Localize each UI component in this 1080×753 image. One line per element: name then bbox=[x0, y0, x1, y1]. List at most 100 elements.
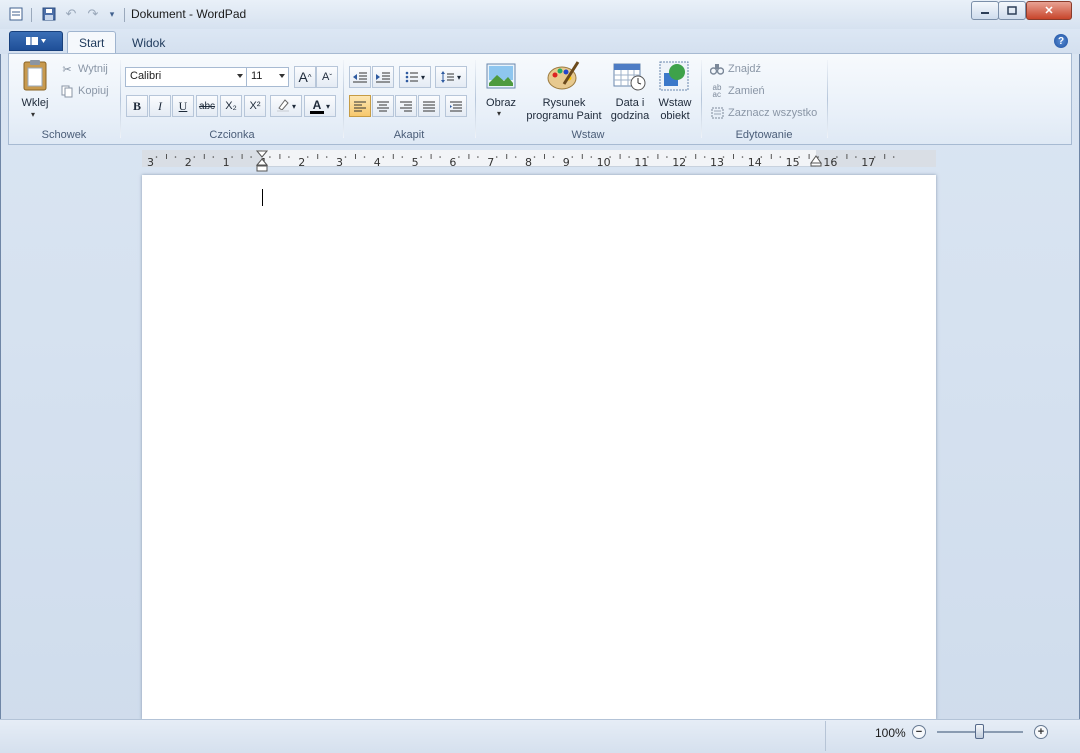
minimize-button[interactable] bbox=[971, 1, 999, 20]
strikethrough-button[interactable]: abc bbox=[196, 95, 218, 117]
ruler-tick bbox=[477, 156, 479, 158]
ruler-tick bbox=[544, 154, 545, 159]
ruler-label: 3 bbox=[147, 156, 154, 169]
paint-palette-icon[interactable] bbox=[546, 60, 580, 95]
app-menu-button[interactable] bbox=[9, 31, 63, 51]
help-icon[interactable]: ? bbox=[1054, 34, 1068, 48]
bold-button[interactable]: B bbox=[126, 95, 148, 117]
group-label-paragraph: Akapit bbox=[393, 129, 425, 141]
ruler-label: 7 bbox=[487, 156, 495, 169]
undo-icon[interactable]: ↶ bbox=[62, 5, 80, 23]
find-button[interactable]: Znajdź bbox=[710, 60, 761, 78]
underline-button[interactable]: U bbox=[172, 95, 194, 117]
list-button[interactable]: ▾ bbox=[399, 66, 431, 88]
separator bbox=[343, 60, 344, 138]
copy-button[interactable]: Kopiuj bbox=[60, 82, 109, 100]
line-spacing-button[interactable]: ▾ bbox=[435, 66, 467, 88]
group-label-clipboard: Schowek bbox=[41, 129, 87, 141]
ruler-label: 11 bbox=[634, 156, 649, 169]
ruler-tick bbox=[741, 156, 744, 158]
ruler-tick bbox=[363, 156, 366, 158]
subscript-button[interactable]: X₂ bbox=[220, 95, 242, 117]
ruler-tick bbox=[846, 154, 848, 159]
ruler-tick bbox=[581, 154, 583, 159]
shrink-font-button[interactable]: Aˇ bbox=[316, 66, 338, 88]
decrease-indent-button[interactable] bbox=[349, 66, 371, 88]
select-all-label: Zaznacz wszystko bbox=[728, 107, 818, 119]
select-all-icon bbox=[710, 106, 724, 120]
redo-icon[interactable]: ↷ bbox=[84, 5, 102, 23]
picture-icon[interactable] bbox=[486, 63, 516, 92]
save-icon[interactable] bbox=[40, 5, 58, 23]
maximize-button[interactable] bbox=[998, 1, 1026, 20]
shrink-font-icon: A bbox=[321, 71, 330, 83]
ruler-tick bbox=[855, 156, 857, 158]
text-color-button[interactable]: A ▾ bbox=[304, 95, 336, 117]
ruler-tick bbox=[552, 156, 555, 158]
align-left-button[interactable] bbox=[349, 95, 371, 117]
insert-object-button[interactable]: Wstaw obiekt bbox=[654, 97, 696, 123]
close-button[interactable]: ✕ bbox=[1026, 1, 1072, 20]
insert-object-icon[interactable] bbox=[659, 61, 691, 94]
justify-button[interactable] bbox=[418, 95, 440, 117]
group-label-font: Czcionka bbox=[209, 129, 255, 141]
paste-button[interactable]: Wklej bbox=[17, 97, 53, 110]
highlight-color-button[interactable]: ▾ bbox=[270, 95, 302, 117]
zoom-in-button[interactable]: + bbox=[1034, 725, 1048, 739]
cut-label: Wytnij bbox=[78, 63, 108, 75]
right-indent-marker[interactable] bbox=[810, 155, 822, 170]
paragraph-button[interactable] bbox=[445, 95, 467, 117]
ruler-tick bbox=[733, 154, 734, 159]
ruler-tick bbox=[779, 156, 782, 158]
ruler-label: 9 bbox=[562, 156, 570, 169]
chevron-down-icon bbox=[237, 74, 243, 78]
tab-widok[interactable]: Widok bbox=[121, 31, 176, 54]
calendar-clock-icon[interactable] bbox=[613, 62, 647, 95]
ruler-tick bbox=[628, 156, 630, 158]
font-size-select[interactable]: 11 bbox=[246, 67, 289, 87]
ruler-label: 14 bbox=[747, 156, 762, 169]
wordpad-app-icon[interactable] bbox=[7, 5, 25, 23]
chevron-down-icon: ▾ bbox=[456, 72, 461, 82]
align-center-button[interactable] bbox=[372, 95, 394, 117]
chevron-down-icon: ▾ bbox=[291, 101, 296, 111]
decrease-indent-icon bbox=[353, 72, 367, 83]
align-center-icon bbox=[377, 101, 389, 112]
highlighter-icon bbox=[276, 98, 290, 115]
align-right-button[interactable] bbox=[395, 95, 417, 117]
date-time-button[interactable]: Data i godzina bbox=[606, 97, 654, 123]
text-caret bbox=[262, 189, 263, 206]
superscript-button[interactable]: X² bbox=[244, 95, 266, 117]
indent-marker[interactable] bbox=[255, 150, 269, 175]
ruler-tick bbox=[250, 156, 252, 158]
ruler-tick bbox=[155, 156, 158, 158]
cut-button[interactable]: ✂ Wytnij bbox=[60, 60, 108, 78]
ruler-tick bbox=[619, 154, 621, 159]
paste-icon[interactable] bbox=[18, 58, 52, 94]
paint-drawing-button[interactable]: Rysunek programu Paint bbox=[520, 97, 608, 123]
ruler-tick bbox=[695, 154, 697, 159]
increase-indent-button[interactable] bbox=[372, 66, 394, 88]
zoom-out-button[interactable]: − bbox=[912, 725, 926, 739]
tab-start[interactable]: Start bbox=[67, 31, 117, 54]
paste-dropdown-icon[interactable]: ▾ bbox=[31, 110, 35, 119]
ruler-tick bbox=[382, 156, 385, 158]
zoom-slider-thumb[interactable] bbox=[975, 724, 984, 739]
document-page[interactable] bbox=[142, 175, 936, 720]
grow-font-button[interactable]: A ^ bbox=[294, 66, 316, 88]
bullet-list-icon bbox=[405, 71, 418, 83]
align-left-icon bbox=[354, 101, 366, 112]
customize-dropdown-icon[interactable]: ▾ bbox=[103, 5, 121, 23]
italic-button[interactable]: I bbox=[149, 95, 171, 117]
replace-button[interactable]: ab ac Zamień bbox=[710, 82, 765, 100]
select-all-button[interactable]: Zaznacz wszystko bbox=[710, 104, 817, 122]
chevron-down-icon: ▾ bbox=[325, 101, 330, 111]
font-family-select[interactable]: Calibri bbox=[125, 67, 247, 87]
ruler-tick bbox=[533, 156, 536, 158]
picture-dropdown-icon[interactable]: ▾ bbox=[497, 109, 501, 118]
ruler-tick bbox=[892, 156, 895, 158]
ruler-label: 13 bbox=[710, 156, 724, 169]
ruler-label: 1 bbox=[222, 156, 230, 169]
window-title: Dokument - WordPad bbox=[131, 7, 247, 21]
ruler-tick bbox=[355, 154, 356, 159]
